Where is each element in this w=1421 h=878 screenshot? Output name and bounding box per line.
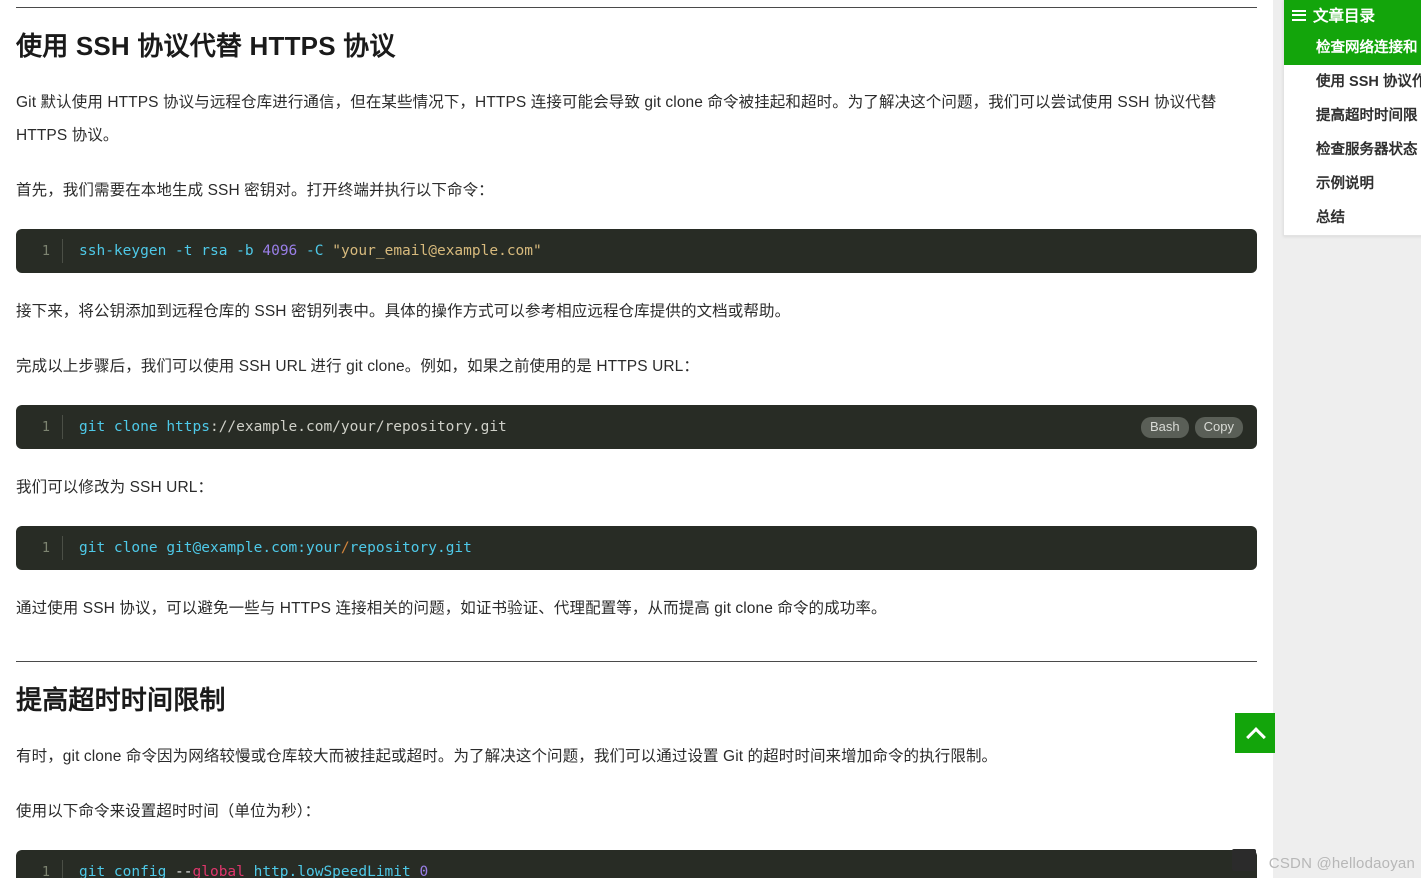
chevron-up-icon <box>1248 726 1263 741</box>
toc-item-4[interactable]: 示例说明 <box>1284 167 1421 201</box>
toc-item-label: 提高超时时间限 <box>1316 108 1418 124</box>
paragraph-modify-ssh: 我们可以修改为 SSH URL： <box>16 478 214 496</box>
section-divider-top <box>16 7 1257 8</box>
toc-item-label: 总结 <box>1316 210 1345 226</box>
section-divider-mid <box>16 660 1257 662</box>
toc-item-label: 示例说明 <box>1316 176 1374 192</box>
paragraph-ssh-benefits: 通过使用 SSH 协议，可以避免一些与 HTTPS 连接相关的问题，如证书验证、… <box>16 599 887 617</box>
code-token: / <box>340 539 350 556</box>
article-content: 使用 SSH 协议代替 HTTPS 协议 Git 默认使用 HTTPS 协议与远… <box>0 0 1273 878</box>
code-line-number: 1 <box>41 242 50 259</box>
bash-button[interactable]: Bash <box>1141 416 1189 438</box>
page-title: 使用 SSH 协议代替 HTTPS 协议 <box>16 31 396 61</box>
toc-header[interactable]: 文章目录 <box>1284 0 1421 31</box>
watermark-text: CSDN @hellodaoyan <box>1268 855 1415 872</box>
paragraph-clone-example: 完成以上步骤后，我们可以使用 SSH URL 进行 git clone。例如，如… <box>16 357 699 375</box>
toc-item-3[interactable]: 检查服务器状态 <box>1284 133 1421 167</box>
toc-title: 文章目录 <box>1313 8 1376 25</box>
scroll-to-top-button[interactable] <box>1235 713 1275 753</box>
section-title-timeout: 提高超时时间限制 <box>16 684 226 715</box>
paragraph-keygen-intro: 首先，我们需要在本地生成 SSH 密钥对。打开终端并执行以下命令： <box>16 181 494 199</box>
toc-item-2[interactable]: 提高超时时间限 <box>1284 99 1421 133</box>
code-block-ssh-keygen[interactable]: 1 ssh-keygen -t rsa -b 4096 -C "your_emai… <box>16 228 1257 273</box>
code-token: git <box>79 539 114 556</box>
code-token: ssh-keygen <box>79 242 176 259</box>
code-line-text: ssh-keygen -t rsa -b 4096 -C "your_email… <box>63 239 542 263</box>
code-token: 4096 <box>262 242 307 259</box>
paragraph-timeout-intro: 有时，git clone 命令因为网络较慢或仓库较大而被挂起或超时。为了解决这个… <box>16 747 998 765</box>
code-token: -C <box>306 242 333 259</box>
code-line-text: git clone git@example.com:your/repositor… <box>63 536 472 560</box>
code-token: ://example.com/your/repository.git <box>209 418 507 435</box>
code-line-text: git clone https://example.com/your/repos… <box>63 415 507 439</box>
code-token: repository <box>349 539 437 556</box>
code-token: -- <box>175 863 193 878</box>
hamburger-icon <box>1292 9 1306 21</box>
code-token: rsa <box>201 242 237 259</box>
code-token: http.lowSpeedLimit <box>253 863 420 878</box>
code-block-git-config-timeout[interactable]: 1 git config --global http.lowSpeedLimit … <box>16 849 1257 878</box>
toc-list: 检查网络连接和 使用 SSH 协议作 提高超时时间限 检查服务器状态 示例说明总结 <box>1284 31 1421 235</box>
code-token: clone <box>113 539 167 556</box>
csdn-logo <box>1232 849 1256 871</box>
toc-item-label: 检查服务器状态 <box>1316 142 1418 158</box>
code-token: config <box>113 863 176 878</box>
code-token: git@example.com:your <box>166 539 341 556</box>
toc-item-label: 使用 SSH 协议作 <box>1316 74 1421 90</box>
paragraph-add-pubkey: 接下来，将公钥添加到远程仓库的 SSH 密钥列表中。具体的操作方式可以参考相应远… <box>16 302 791 320</box>
code-actions: Bash Copy <box>1141 416 1243 438</box>
toc-item-0[interactable]: 检查网络连接和 <box>1284 31 1421 65</box>
code-line-text: git config --global http.lowSpeedLimit 0 <box>63 860 428 878</box>
toc-item-label: 检查网络连接和 <box>1316 40 1418 56</box>
code-block-git-clone-ssh[interactable]: 1 git clone git@example.com:your/reposito… <box>16 525 1257 570</box>
code-line: 1 ssh-keygen -t rsa -b 4096 -C "your_emai… <box>16 238 1257 263</box>
copy-button[interactable]: Copy <box>1194 416 1243 438</box>
table-of-contents: 文章目录 检查网络连接和 使用 SSH 协议作 提高超时时间限 检查服务器状态 示例说明… <box>1283 0 1421 236</box>
code-line-number: 1 <box>41 418 50 435</box>
code-token: git <box>79 418 114 435</box>
code-token: -t <box>175 242 202 259</box>
paragraph-intro: Git 默认使用 HTTPS 协议与远程仓库进行通信，但在某些情况下，HTTPS… <box>16 93 1217 144</box>
page-root: 使用 SSH 协议代替 HTTPS 协议 Git 默认使用 HTTPS 协议与远… <box>0 0 1421 878</box>
code-line: 1 git config --global http.lowSpeedLimit … <box>16 859 1257 878</box>
code-token: clone <box>113 418 167 435</box>
code-line-number: 1 <box>41 539 50 556</box>
code-line: 1 git clone git@example.com:your/reposito… <box>16 535 1257 560</box>
paragraph-timeout-cmd: 使用以下命令来设置超时时间（单位为秒）： <box>16 802 321 820</box>
code-token: "your_email@example.com" <box>332 242 542 259</box>
code-token: https <box>166 418 210 435</box>
code-token: 0 <box>419 863 429 878</box>
code-token: git <box>79 863 114 878</box>
code-token: -b <box>236 242 263 259</box>
toc-item-5[interactable]: 总结 <box>1284 201 1421 235</box>
toc-item-1[interactable]: 使用 SSH 协议作 <box>1284 65 1421 99</box>
code-token: .git <box>436 539 472 556</box>
code-line: 1 git clone https://example.com/your/repo… <box>16 414 1257 439</box>
code-line-number: 1 <box>41 863 50 878</box>
code-block-git-clone-https[interactable]: 1 git clone https://example.com/your/repo… <box>16 404 1257 449</box>
code-token: global <box>192 863 254 878</box>
